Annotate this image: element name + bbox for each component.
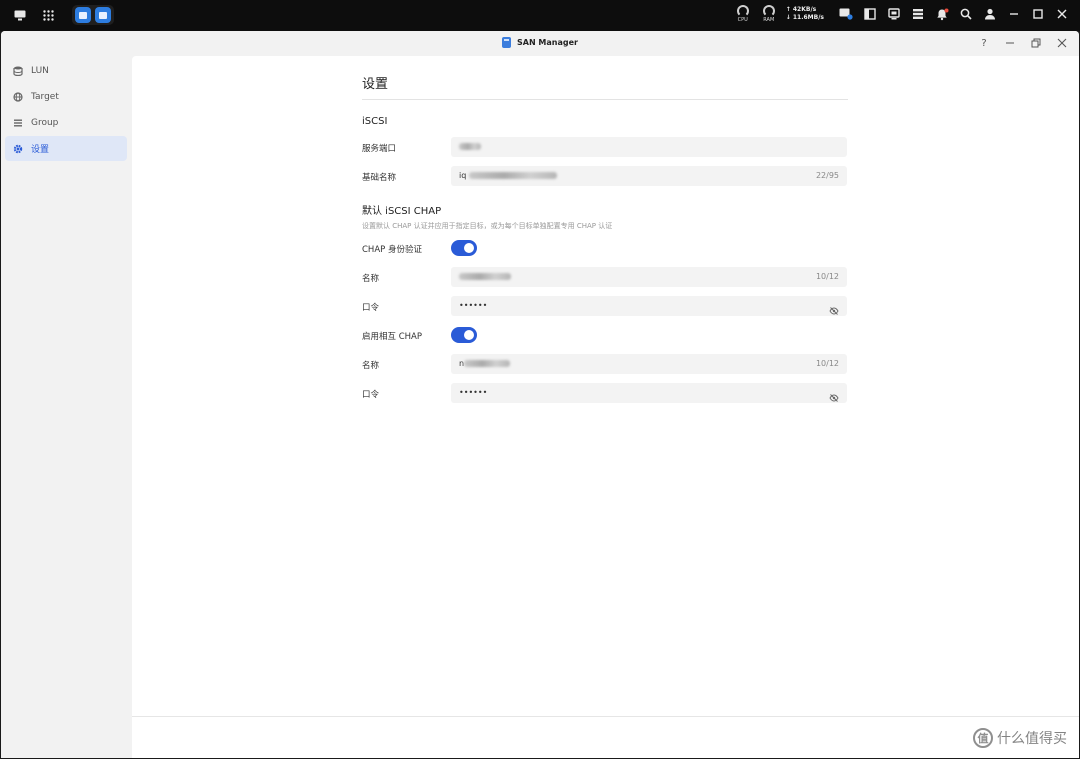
chap-password-label: 口令 xyxy=(362,303,380,313)
base-name-prefix: iq xyxy=(459,171,467,180)
service-port-value xyxy=(459,142,481,151)
base-name-char-count: 22/95 xyxy=(815,171,839,180)
chap-name-label: 名称 xyxy=(362,274,380,284)
download-speed: ↓ 11.6MB/s xyxy=(785,14,824,21)
chap-password-field[interactable]: •••••• xyxy=(451,296,847,316)
watermark-text: 什么值得买 xyxy=(997,731,1067,747)
hide-password-icon[interactable] xyxy=(829,301,839,315)
panel-icon[interactable] xyxy=(862,6,878,22)
app-grid-icon[interactable] xyxy=(38,5,58,25)
base-name-field[interactable]: iq 22/95 xyxy=(451,166,847,186)
sidebar-item-lun[interactable]: LUN xyxy=(5,58,127,83)
database-icon xyxy=(13,66,23,76)
sidebar-item-label: Group xyxy=(31,117,59,128)
desktop-icon[interactable] xyxy=(10,5,30,25)
base-name-value: iq xyxy=(459,171,557,180)
storage-list-icon[interactable] xyxy=(910,6,926,22)
ram-gauge-icon xyxy=(762,5,775,17)
chap-name-char-count: 10/12 xyxy=(815,272,839,281)
window-titlebar[interactable]: SAN Manager ? xyxy=(1,31,1079,56)
system-taskbar: CPU RAM ↑ 42KB/s ↓ 11.6MB/s xyxy=(0,0,1080,31)
storage-app-icon[interactable] xyxy=(95,7,111,23)
minimize-all-icon[interactable] xyxy=(1006,6,1022,22)
mutual-chap-password-field[interactable]: •••••• xyxy=(451,383,847,403)
watermark-logo: 值 xyxy=(973,728,993,748)
base-name-label: 基础名称 xyxy=(362,173,397,183)
chap-auth-label: CHAP 身份验证 xyxy=(362,245,422,255)
mutual-chap-label: 启用相互 CHAP xyxy=(362,332,422,342)
main-content: 设置 iSCSI 服务端口 基础名称 iq 22/95 默认 iSCSI CHA… xyxy=(132,56,1079,758)
chap-section-description: 设置默认 CHAP 认证并应用于指定目标，或为每个目标单独配置专用 CHAP 认… xyxy=(362,222,613,230)
sidebar-item-label: Target xyxy=(31,91,59,102)
task-monitor-icon[interactable] xyxy=(886,6,902,22)
sidebar-item-label: LUN xyxy=(31,65,49,76)
service-port-label: 服务端口 xyxy=(362,144,397,154)
service-port-field[interactable] xyxy=(451,137,847,157)
watermark: 值 什么值得买 xyxy=(973,728,1067,748)
sidebar-item-settings[interactable]: 设置 xyxy=(5,136,127,161)
sidebar: LUN Target Group 设置 xyxy=(1,56,131,758)
page-title: 设置 xyxy=(362,77,389,92)
san-manager-logo-icon xyxy=(502,37,511,48)
chap-section-title: 默认 iSCSI CHAP xyxy=(362,206,442,217)
minimize-icon xyxy=(1006,42,1014,44)
ram-gauge[interactable]: RAM xyxy=(760,5,778,23)
sidebar-item-label: 设置 xyxy=(31,145,50,155)
hide-password-icon[interactable] xyxy=(829,388,839,402)
network-speed[interactable]: ↑ 42KB/s ↓ 11.6MB/s xyxy=(786,6,824,22)
ram-label: RAM xyxy=(763,17,775,23)
mutual-chap-password-label: 口令 xyxy=(362,390,380,400)
globe-icon xyxy=(13,91,23,102)
sidebar-item-target[interactable]: Target xyxy=(5,84,127,109)
window-close-button[interactable] xyxy=(1055,36,1069,50)
mutual-chap-name-value: n xyxy=(459,359,511,368)
iscsi-section-title: iSCSI xyxy=(362,116,388,127)
chap-password-value: •••••• xyxy=(459,301,488,310)
chap-name-value xyxy=(459,272,511,281)
chap-name-field[interactable]: 10/12 xyxy=(451,267,847,287)
window-minimize-button[interactable] xyxy=(1003,36,1017,50)
title-divider xyxy=(362,99,848,100)
cpu-label: CPU xyxy=(737,17,748,23)
chap-auth-toggle[interactable] xyxy=(451,240,477,256)
notification-bell-icon[interactable] xyxy=(934,6,950,22)
help-button[interactable]: ? xyxy=(977,36,991,50)
user-account-icon[interactable] xyxy=(982,6,998,22)
cpu-gauge-icon xyxy=(736,5,749,17)
user-monitor-icon[interactable] xyxy=(838,6,854,22)
close-icon[interactable] xyxy=(1054,6,1070,22)
mutual-chap-name-field[interactable]: n 10/12 xyxy=(451,354,847,374)
san-manager-window: SAN Manager ? LUN Target Group 设置 设置 iSC… xyxy=(1,31,1079,758)
close-icon xyxy=(1057,38,1067,48)
mutual-chap-name-char-count: 10/12 xyxy=(815,359,839,368)
maximize-icon[interactable] xyxy=(1030,6,1046,22)
mutual-chap-password-value: •••••• xyxy=(459,388,488,397)
running-apps xyxy=(72,5,114,25)
footer-bar xyxy=(132,716,1079,758)
san-manager-app-icon[interactable] xyxy=(75,7,91,23)
gear-icon xyxy=(13,144,23,154)
upload-speed: ↑ 42KB/s xyxy=(785,6,817,13)
search-icon[interactable] xyxy=(958,6,974,22)
list-icon xyxy=(13,118,23,128)
mutual-chap-name-label: 名称 xyxy=(362,361,380,371)
window-restore-button[interactable] xyxy=(1029,36,1043,50)
window-title: SAN Manager xyxy=(517,38,578,47)
sidebar-item-group[interactable]: Group xyxy=(5,110,127,135)
mutual-chap-toggle[interactable] xyxy=(451,327,477,343)
restore-icon xyxy=(1031,38,1041,48)
cpu-gauge[interactable]: CPU xyxy=(734,5,752,23)
